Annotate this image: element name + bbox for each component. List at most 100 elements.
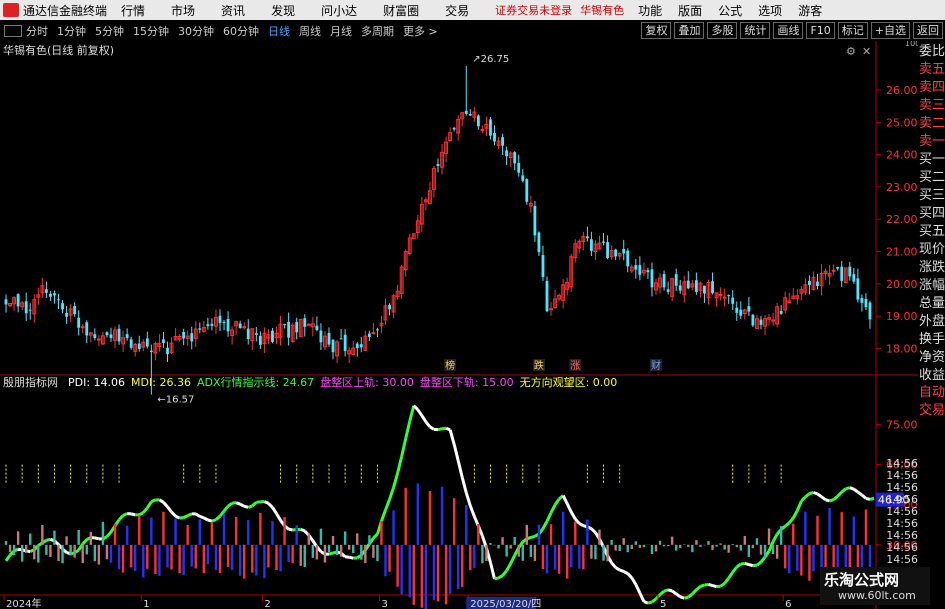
candle-body-69 bbox=[283, 324, 286, 326]
mark-button[interactable]: 标记 bbox=[837, 22, 868, 39]
hist-bar-35 bbox=[146, 544, 149, 569]
hist-bar-180 bbox=[731, 543, 734, 545]
back-button[interactable]: 返回 bbox=[913, 22, 943, 39]
candle-body-3 bbox=[16, 294, 20, 307]
hist-bar-58 bbox=[238, 544, 242, 576]
guest-label[interactable]: 游客 bbox=[798, 2, 822, 19]
candle-body-190 bbox=[771, 319, 776, 322]
adjust-button[interactable]: 复权 bbox=[641, 22, 672, 39]
side-label-10: 买五 bbox=[919, 224, 945, 239]
candle-body-62 bbox=[254, 333, 258, 335]
hist-bar-13 bbox=[57, 544, 60, 562]
hist-bar-116 bbox=[473, 544, 476, 568]
checkbox-icon[interactable] bbox=[4, 24, 22, 37]
side-label-12: 涨跌 bbox=[919, 260, 945, 275]
menu-item-market[interactable]: 市场 bbox=[171, 2, 195, 19]
menu-item-quotes[interactable]: 行情 bbox=[121, 2, 145, 19]
hist-bar-135 bbox=[549, 524, 553, 545]
adx-line-10 bbox=[46, 537, 51, 542]
hist-bar-76 bbox=[311, 544, 315, 558]
tf-daily[interactable]: 日线 bbox=[268, 23, 290, 39]
tf-15min[interactable]: 15分钟 bbox=[133, 23, 169, 39]
candle-body-92 bbox=[376, 329, 379, 331]
multi-stock-button[interactable]: 多股 bbox=[707, 22, 738, 39]
tf-weekly[interactable]: 周线 bbox=[299, 23, 321, 39]
f10-button[interactable]: F10 bbox=[806, 22, 835, 39]
add-watchlist-button[interactable]: +自选 bbox=[870, 22, 910, 39]
adx-line-173 bbox=[704, 582, 709, 587]
hist-bar-87 bbox=[356, 533, 359, 545]
side-trade-label-1[interactable]: 交易 bbox=[919, 402, 945, 420]
tf-60min[interactable]: 60分钟 bbox=[223, 23, 259, 39]
candle-body-164 bbox=[666, 289, 670, 292]
tf-multi[interactable]: 多周期 bbox=[361, 23, 394, 39]
candle-body-128 bbox=[521, 175, 525, 181]
x-tick-label-6: 6 bbox=[785, 599, 791, 609]
hist-bar-162 bbox=[658, 540, 662, 545]
side-label-7: 买二 bbox=[919, 170, 945, 185]
candle-body-171 bbox=[694, 280, 698, 292]
adx-line-70 bbox=[288, 527, 293, 532]
tf-5min[interactable]: 5分钟 bbox=[95, 23, 124, 39]
hist-bar-5 bbox=[25, 544, 28, 553]
side-trade-label-0[interactable]: 自动 bbox=[919, 384, 945, 402]
hist-bar-184 bbox=[747, 544, 751, 557]
i-ytick-label-4: 75.00 bbox=[886, 418, 918, 431]
kline-chart[interactable]: 华锡有色(日线 前复权)1000⚙✕18.0019.0020.0021.0022… bbox=[0, 41, 918, 609]
indicator-title: 殷朋指标网 bbox=[3, 375, 58, 389]
menu-item-news[interactable]: 资讯 bbox=[221, 2, 245, 19]
candle-body-117 bbox=[476, 115, 480, 127]
stats-button[interactable]: 统计 bbox=[740, 22, 771, 39]
hist-bar-7 bbox=[33, 544, 36, 560]
hist-bar-167 bbox=[679, 544, 682, 548]
hist-bar-122 bbox=[497, 544, 500, 549]
menu-item-formula[interactable]: 公式 bbox=[718, 2, 742, 19]
hist-bar-88 bbox=[360, 544, 363, 560]
tf-1min[interactable]: 1分钟 bbox=[57, 23, 86, 39]
legend-entry-3: 盘整区上轨: 30.00 bbox=[320, 375, 414, 389]
legend-entry-0: PDI: 14.06 bbox=[68, 376, 125, 389]
menu-item-ask[interactable]: 问小达 bbox=[321, 2, 357, 19]
hist-bar-196 bbox=[796, 544, 799, 571]
hist-bar-140 bbox=[570, 544, 573, 568]
hist-bar-181 bbox=[735, 544, 738, 548]
hist-bar-68 bbox=[279, 544, 282, 572]
overlay-button[interactable]: 叠加 bbox=[674, 22, 705, 39]
adx-line-164 bbox=[667, 588, 673, 593]
login-notice[interactable]: 证券交易未登录 bbox=[495, 2, 572, 18]
candle-body-60 bbox=[246, 328, 250, 340]
menu-item-trade[interactable]: 交易 bbox=[445, 2, 469, 19]
adx-line-42 bbox=[174, 514, 181, 520]
adx-line-44 bbox=[182, 514, 189, 519]
hist-bar-0 bbox=[4, 540, 8, 545]
hist-bar-27 bbox=[113, 523, 117, 545]
tf-30min[interactable]: 30分钟 bbox=[178, 23, 214, 39]
tf-monthly[interactable]: 月线 bbox=[330, 23, 352, 39]
hist-bar-194 bbox=[788, 544, 791, 574]
candle-body-18 bbox=[77, 317, 81, 328]
menu-item-discover[interactable]: 发现 bbox=[271, 2, 295, 19]
menu-item-wealth[interactable]: 财富圈 bbox=[383, 2, 419, 19]
menu-item-function[interactable]: 功能 bbox=[638, 2, 662, 19]
adx-line-85 bbox=[348, 555, 354, 560]
candle-body-30 bbox=[125, 334, 129, 339]
hist-bar-70 bbox=[287, 544, 290, 562]
hist-bar-18 bbox=[77, 529, 80, 545]
hist-bar-30 bbox=[125, 525, 129, 545]
hist-bar-144 bbox=[586, 519, 589, 545]
draw-button[interactable]: 画线 bbox=[773, 22, 804, 39]
menu-item-options[interactable]: 选项 bbox=[758, 2, 782, 19]
candle-body-132 bbox=[537, 232, 541, 253]
tf-fenshi[interactable]: 分时 bbox=[26, 23, 48, 39]
hist-bar-34 bbox=[142, 544, 145, 578]
hist-bar-172 bbox=[699, 544, 702, 547]
adx-line-22 bbox=[94, 536, 100, 541]
candle-body-111 bbox=[452, 127, 456, 130]
candle-body-81 bbox=[331, 339, 335, 353]
menu-item-layout[interactable]: 版面 bbox=[678, 2, 702, 19]
candle-body-107 bbox=[436, 164, 440, 166]
tf-more[interactable]: 更多 > bbox=[403, 23, 438, 39]
hist-bar-55 bbox=[226, 544, 230, 567]
hist-bar-42 bbox=[174, 518, 177, 545]
hist-bar-136 bbox=[553, 544, 557, 570]
